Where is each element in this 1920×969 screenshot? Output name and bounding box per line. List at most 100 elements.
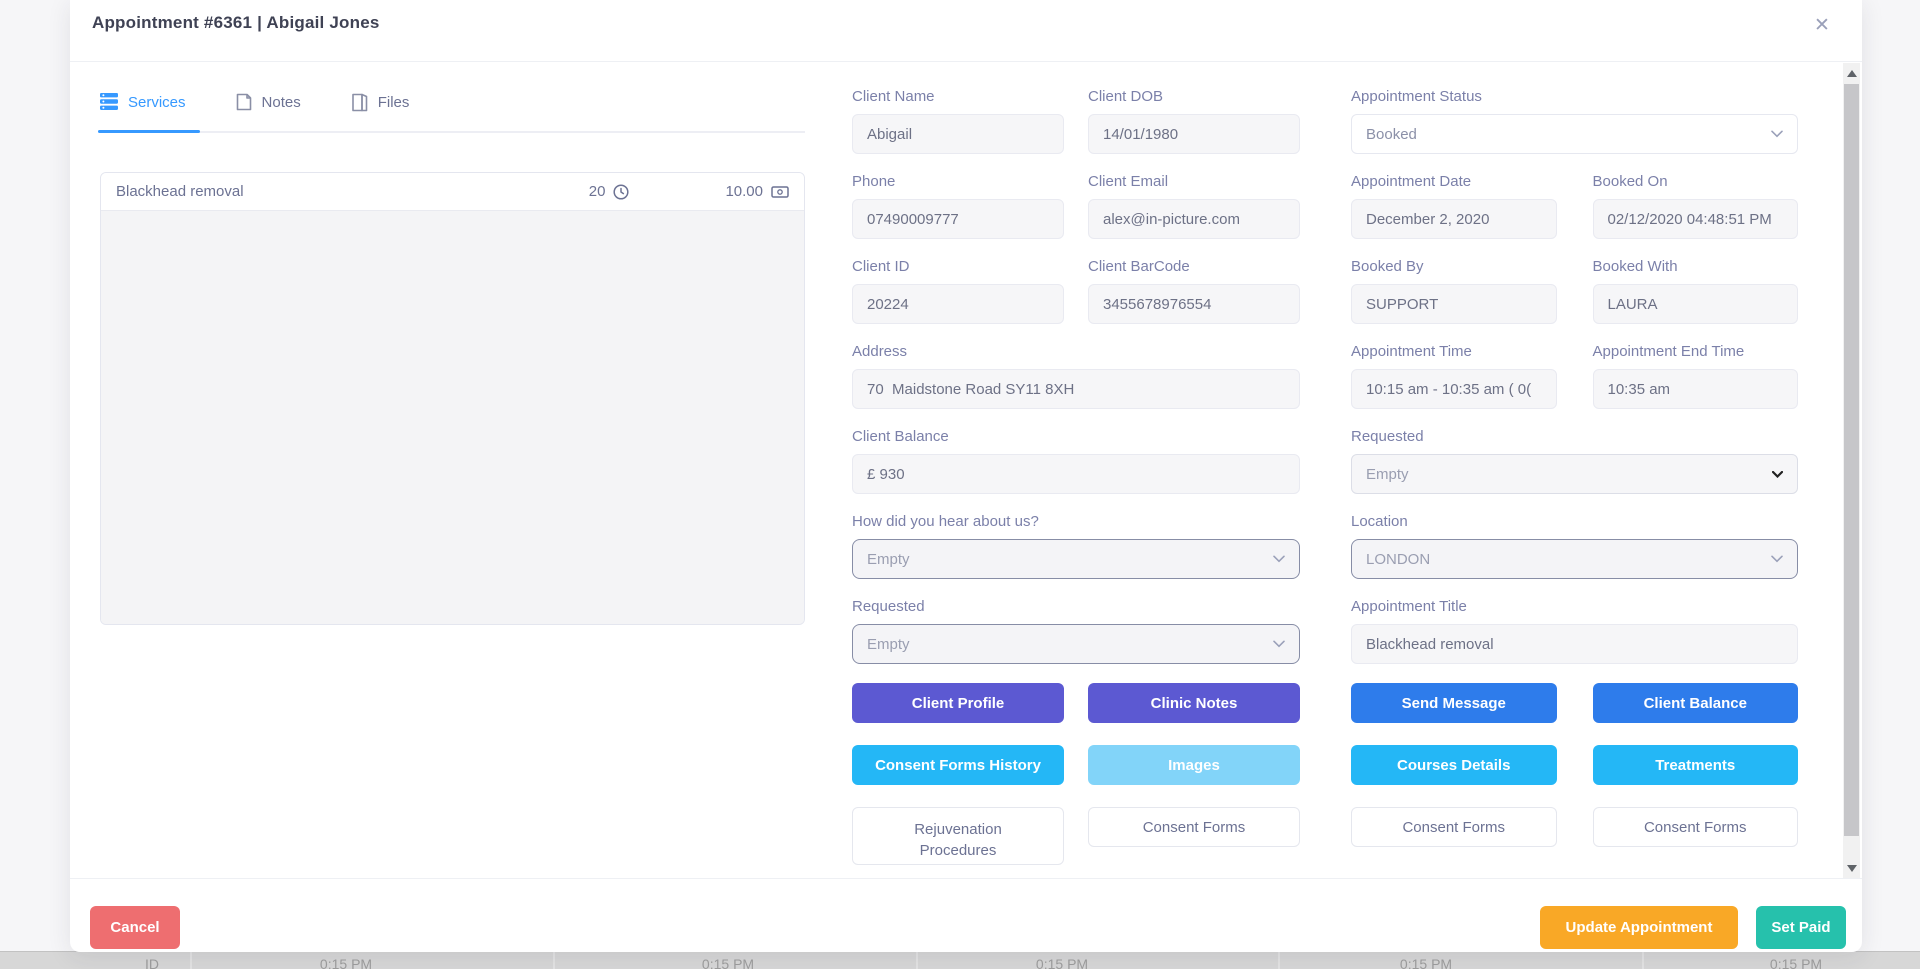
- chevron-down-icon: [1273, 640, 1285, 648]
- client-id-input[interactable]: [852, 284, 1064, 324]
- field-label: Client ID: [852, 258, 1064, 275]
- field-location: Location LONDON: [1351, 513, 1798, 579]
- field-label: Booked With: [1593, 258, 1799, 275]
- phone-input[interactable]: [852, 199, 1064, 239]
- set-paid-button[interactable]: Set Paid: [1756, 906, 1846, 949]
- requested-value: Empty: [867, 636, 910, 653]
- service-price: 10.00: [725, 183, 763, 200]
- cancel-button[interactable]: Cancel: [90, 906, 180, 949]
- field-label: Client BarCode: [1088, 258, 1300, 275]
- appointment-status-value: Booked: [1366, 126, 1417, 143]
- chevron-down-icon: [1771, 130, 1783, 138]
- requested-select[interactable]: Empty: [1351, 454, 1798, 494]
- field-requested-left: Requested Empty: [852, 598, 1300, 664]
- clinic-notes-button[interactable]: Clinic Notes: [1088, 683, 1300, 723]
- field-label: Client Name: [852, 88, 1064, 105]
- client-profile-button[interactable]: Client Profile: [852, 683, 1064, 723]
- clock-icon: [613, 184, 629, 200]
- client-barcode-input[interactable]: [1088, 284, 1300, 324]
- client-name-input[interactable]: [852, 114, 1064, 154]
- close-icon[interactable]: ✕: [1810, 14, 1834, 38]
- field-label: Location: [1351, 513, 1798, 530]
- field-label: Appointment Status: [1351, 88, 1798, 105]
- field-label: Booked By: [1351, 258, 1557, 275]
- service-row[interactable]: Blackhead removal 20 10.00: [101, 173, 804, 211]
- strip-divider: [553, 952, 555, 969]
- tab-notes[interactable]: Notes: [236, 93, 301, 131]
- tab-files[interactable]: Files: [351, 93, 410, 131]
- cash-icon: [771, 185, 789, 199]
- consent-forms-history-button[interactable]: Consent Forms History: [852, 745, 1064, 785]
- field-label: Appointment End Time: [1593, 343, 1799, 360]
- hear-about-value: Empty: [867, 551, 910, 568]
- location-dropdown[interactable]: LONDON: [1351, 539, 1798, 579]
- services-icon: [100, 93, 118, 110]
- field-booked-by: Booked By: [1351, 258, 1557, 324]
- appointment-time-input[interactable]: [1351, 369, 1557, 409]
- consent-forms-button[interactable]: Consent Forms: [1351, 807, 1557, 847]
- strip-divider: [916, 952, 918, 969]
- appointment-date-input[interactable]: [1351, 199, 1557, 239]
- scrollbar-up-arrow[interactable]: [1843, 65, 1860, 81]
- client-balance-input[interactable]: [852, 454, 1300, 494]
- courses-details-button[interactable]: Courses Details: [1351, 745, 1557, 785]
- modal-footer: Cancel Update Appointment Set Paid: [70, 878, 1862, 952]
- field-client-name: Client Name: [852, 88, 1064, 154]
- scrollbar-down-arrow[interactable]: [1843, 860, 1860, 876]
- field-label: Requested: [1351, 428, 1798, 445]
- strip-divider: [190, 952, 192, 969]
- field-label: Address: [852, 343, 1300, 360]
- hear-about-dropdown[interactable]: Empty: [852, 539, 1300, 579]
- treatments-button[interactable]: Treatments: [1593, 745, 1799, 785]
- appointment-status-dropdown[interactable]: Booked: [1351, 114, 1798, 154]
- field-label: Client DOB: [1088, 88, 1300, 105]
- tab-services[interactable]: Services: [100, 93, 186, 131]
- modal-header: Appointment #6361 | Abigail Jones ✕: [70, 0, 1862, 62]
- service-duration: 20: [589, 183, 606, 200]
- field-booked-with: Booked With: [1593, 258, 1799, 324]
- background-strip-time: 0:15 PM: [320, 956, 372, 969]
- client-balance-button[interactable]: Client Balance: [1593, 683, 1799, 723]
- field-address: Address: [852, 343, 1300, 409]
- field-appointment-status: Appointment Status Booked: [1351, 88, 1798, 154]
- address-input[interactable]: [852, 369, 1300, 409]
- field-label: Phone: [852, 173, 1064, 190]
- field-client-email: Client Email: [1088, 173, 1300, 239]
- field-label: Appointment Date: [1351, 173, 1557, 190]
- client-email-input[interactable]: [1088, 199, 1300, 239]
- field-label: Appointment Title: [1351, 598, 1798, 615]
- background-strip-time: 0:15 PM: [1400, 956, 1452, 969]
- field-booked-on: Booked On: [1593, 173, 1799, 239]
- field-appointment-title: Appointment Title: [1351, 598, 1798, 664]
- booked-on-input[interactable]: [1593, 199, 1799, 239]
- client-dob-input[interactable]: [1088, 114, 1300, 154]
- field-label: Appointment Time: [1351, 343, 1557, 360]
- booked-with-input[interactable]: [1593, 284, 1799, 324]
- field-appointment-time: Appointment Time: [1351, 343, 1557, 409]
- rejuvenation-procedures-button[interactable]: Rejuvenation Procedures: [852, 807, 1064, 865]
- field-appointment-end-time: Appointment End Time: [1593, 343, 1799, 409]
- background-calendar-strip: ID 0:15 PM 0:15 PM 0:15 PM 0:15 PM 0:15 …: [0, 951, 1920, 969]
- send-message-button[interactable]: Send Message: [1351, 683, 1557, 723]
- images-button[interactable]: Images: [1088, 745, 1300, 785]
- appointment-title-input[interactable]: [1351, 624, 1798, 664]
- appointment-modal: Appointment #6361 | Abigail Jones ✕ Serv…: [70, 0, 1862, 952]
- booked-by-input[interactable]: [1351, 284, 1557, 324]
- field-appointment-date: Appointment Date: [1351, 173, 1557, 239]
- background-strip-time: 0:15 PM: [1036, 956, 1088, 969]
- field-client-dob: Client DOB: [1088, 88, 1300, 154]
- tab-services-label: Services: [128, 93, 186, 111]
- requested-dropdown[interactable]: Empty: [852, 624, 1300, 664]
- consent-forms-button[interactable]: Consent Forms: [1593, 807, 1799, 847]
- update-appointment-button[interactable]: Update Appointment: [1540, 906, 1738, 949]
- location-value: LONDON: [1366, 551, 1430, 568]
- field-label: How did you hear about us?: [852, 513, 1300, 530]
- modal-title: Appointment #6361 | Abigail Jones: [92, 13, 380, 33]
- consent-forms-button[interactable]: Consent Forms: [1088, 807, 1300, 847]
- field-label: Requested: [852, 598, 1300, 615]
- tab-files-label: Files: [378, 93, 410, 111]
- appointment-end-time-input[interactable]: [1593, 369, 1799, 409]
- scrollbar-thumb[interactable]: [1844, 84, 1859, 836]
- field-requested-right: Requested Empty: [1351, 428, 1798, 494]
- modal-scrollbar[interactable]: [1843, 63, 1860, 878]
